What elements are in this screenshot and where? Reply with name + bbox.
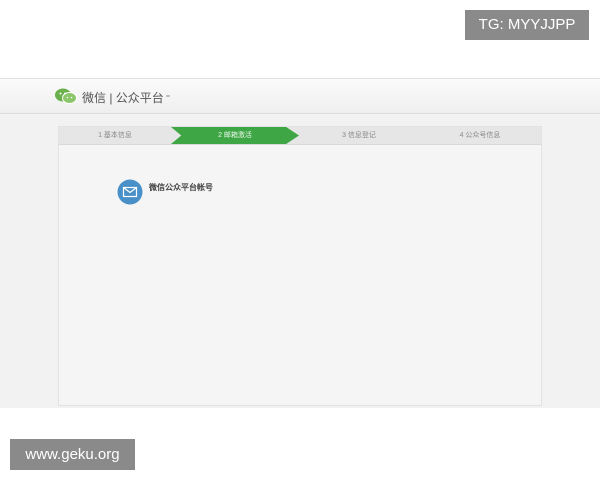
registration-panel: 1 基本信息 2 邮箱激活 3 信息登记 4 公众号信息 微信公众平台帐号	[58, 126, 542, 406]
step-info-registration: 3 信息登记	[342, 132, 376, 139]
top-header: 微信 | 公众平台	[0, 78, 600, 114]
brand-badge	[165, 95, 170, 97]
step-progress-bar: 1 基本信息 2 邮箱激活 3 信息登记 4 公众号信息	[59, 127, 541, 145]
step-email-activation: 2 邮箱激活	[171, 127, 299, 144]
mail-icon	[117, 179, 143, 205]
step-basic-info: 1 基本信息	[98, 132, 132, 139]
brand-title: 微信 | 公众平台	[82, 89, 170, 106]
wechat-logo-icon	[55, 88, 77, 104]
step-account-info: 4 公众号信息	[459, 132, 501, 139]
watermark-top-right: TG: MYYJJPP	[465, 10, 589, 40]
watermark-bottom-left: www.geku.org	[10, 439, 135, 470]
notice-title: 微信公众平台帐号	[149, 183, 213, 192]
brand-text: 微信 | 公众平台	[82, 91, 164, 105]
screenshot-frame: 微信 | 公众平台 1 基本信息 2 邮箱激活 3 信息登记 4 公众号信息 微…	[0, 78, 600, 408]
